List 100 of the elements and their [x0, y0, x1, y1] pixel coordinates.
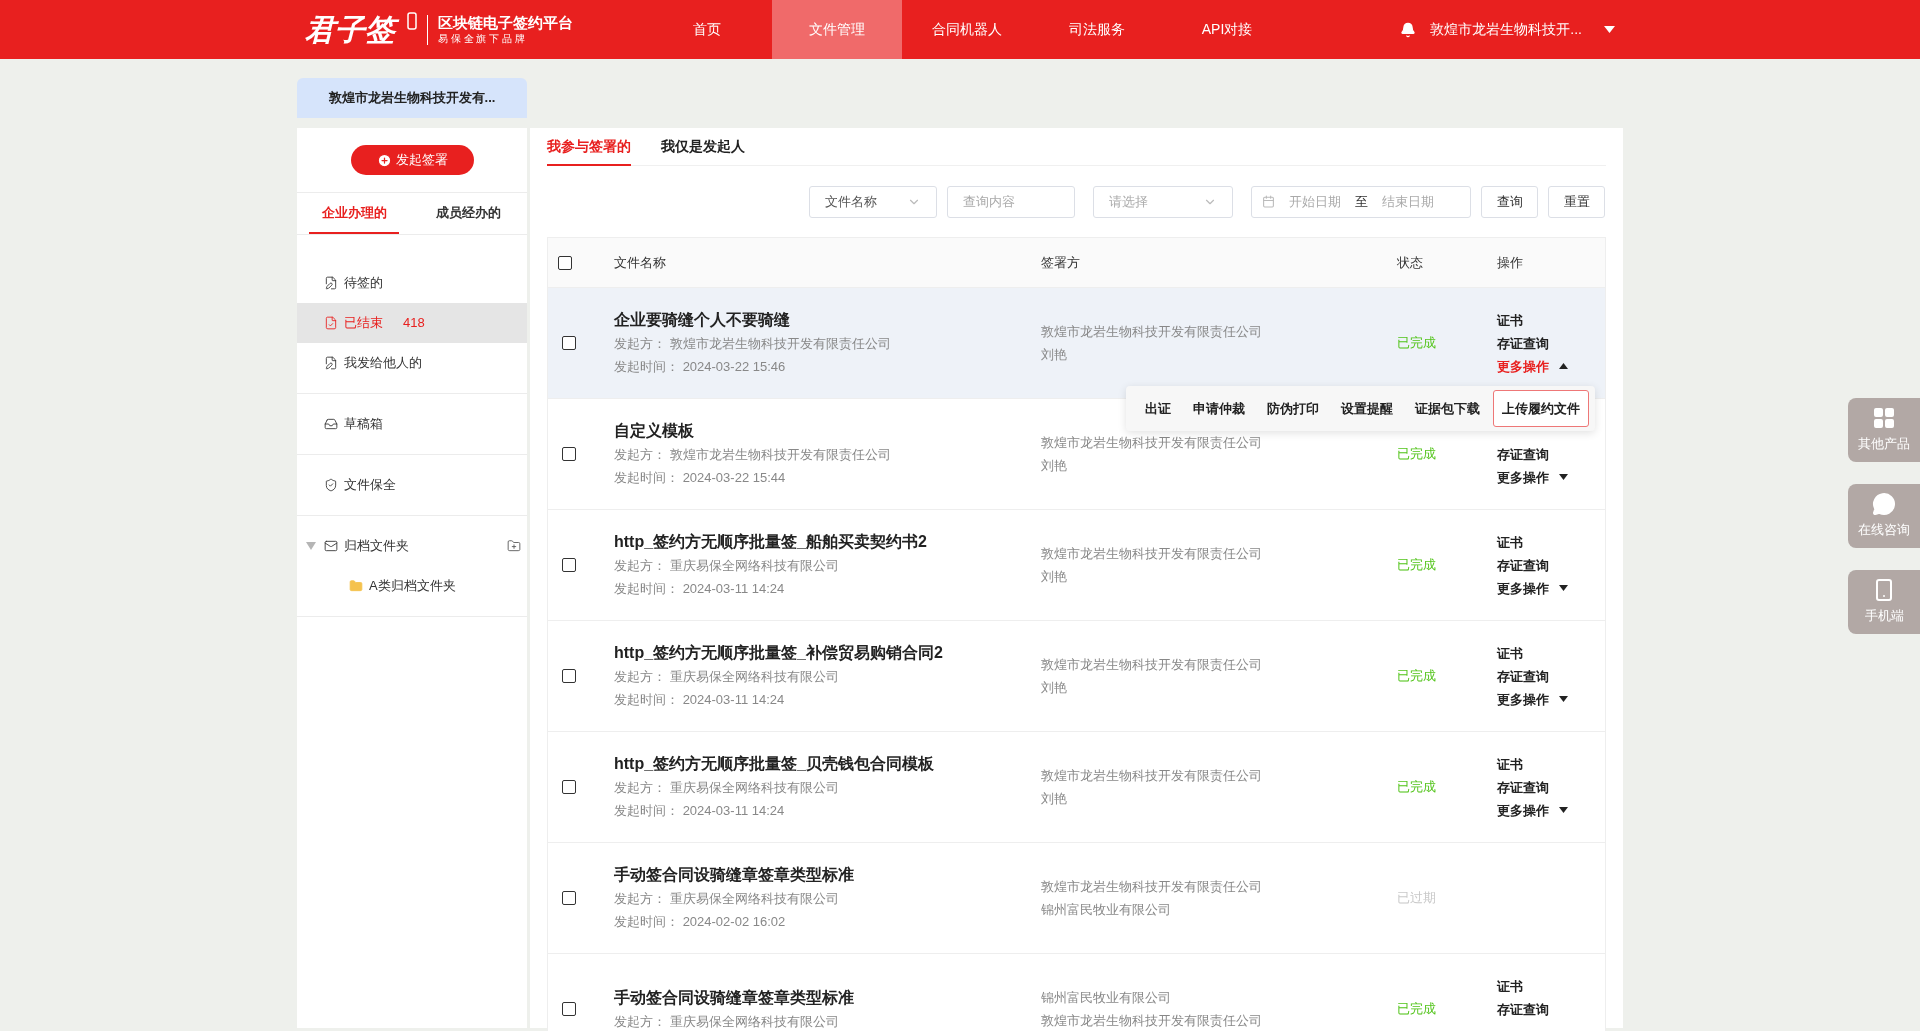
status-text: 已完成	[1397, 1000, 1437, 1019]
row-checkbox[interactable]	[562, 336, 576, 350]
signer-name: 刘艳	[1041, 568, 1068, 586]
action-link[interactable]: 存证查询	[1497, 775, 1549, 799]
initiated-time: 发起时间： 2024-03-11 14:24	[614, 691, 786, 709]
action-link[interactable]: 存证查询	[1497, 331, 1549, 355]
folder-icon	[349, 579, 363, 593]
nav-tab[interactable]: 司法服务	[1032, 0, 1162, 59]
start-signing-button[interactable]: 发起签署	[350, 145, 474, 175]
document-icon	[324, 356, 338, 370]
add-folder-icon[interactable]	[507, 539, 521, 553]
calendar-icon	[1262, 195, 1275, 208]
menu-item[interactable]: 上传履约文件	[1493, 390, 1589, 427]
inbox-icon	[324, 417, 338, 431]
document-title[interactable]: 手动签合同设骑缝章签章类型标准	[614, 863, 1041, 887]
sidebar-tab[interactable]: 成员经办的	[423, 193, 513, 234]
row-checkbox[interactable]	[562, 780, 576, 794]
initiated-time: 发起时间： 2024-03-22 15:46	[614, 358, 787, 376]
brand-logo: 君子签	[303, 9, 401, 50]
signer-name: 敦煌市龙岩生物科技开发有限责任公司	[1041, 656, 1263, 674]
initiator-text: 发起方： 重庆易保全网络科技有限公司	[614, 890, 840, 908]
nav-tab[interactable]: 首页	[642, 0, 772, 59]
action-link[interactable]: 存证查询	[1497, 664, 1549, 688]
field-select[interactable]: 文件名称	[809, 185, 937, 218]
document-title[interactable]: http_签约方无顺序批量签_补偿贸易购销合同2	[614, 641, 1041, 665]
signer-name: 刘艳	[1041, 457, 1068, 475]
action-link[interactable]: 证书	[1497, 641, 1523, 665]
signer-name: 锦州富民牧业有限公司	[1041, 989, 1172, 1007]
nav-tab[interactable]: 合同机器人	[902, 0, 1032, 59]
seal-icon	[407, 12, 417, 30]
column-header: 状态	[1397, 253, 1424, 272]
column-header: 签署方	[1041, 253, 1081, 272]
filter-button[interactable]: 重置	[1548, 185, 1605, 218]
signer-name: 刘艳	[1041, 790, 1068, 808]
more-actions-link[interactable]: 更多操作	[1497, 798, 1549, 822]
shield-check-icon	[324, 478, 338, 492]
row-checkbox[interactable]	[562, 669, 576, 683]
sidebar-item[interactable]: 草稿箱	[297, 404, 527, 444]
document-title[interactable]: 手动签合同设骑缝章签章类型标准	[614, 985, 1041, 1010]
status-text: 已完成	[1397, 445, 1437, 464]
row-checkbox[interactable]	[562, 1002, 576, 1016]
signer-name: 刘艳	[1041, 679, 1068, 697]
more-actions-link[interactable]: 更多操作	[1497, 354, 1549, 378]
sidebar-item[interactable]: A类归档文件夹	[297, 566, 527, 606]
action-link[interactable]: 存证查询	[1497, 997, 1549, 1021]
initiated-time: 发起时间： 2024-03-11 14:24	[614, 802, 786, 820]
initiated-time: 发起时间： 2024-03-22 15:44	[614, 469, 787, 487]
sidebar-item[interactable]: 待签的	[297, 263, 527, 303]
signer-name: 敦煌市龙岩生物科技开发有限责任公司	[1041, 323, 1263, 341]
caret-icon	[1559, 474, 1568, 480]
row-checkbox[interactable]	[562, 558, 576, 572]
more-actions-link[interactable]: 更多操作	[1497, 576, 1549, 600]
filter-button[interactable]: 查询	[1481, 185, 1538, 218]
date-range-field[interactable]: 开始日期 至 结束日期	[1251, 185, 1471, 218]
initiator-text: 发起方： 重庆易保全网络科技有限公司	[614, 668, 840, 686]
query-input[interactable]: 查询内容	[947, 185, 1075, 218]
status-text: 已完成	[1397, 667, 1437, 686]
chat-bubble-icon	[1872, 492, 1896, 517]
initiator-text: 发起方： 敦煌市龙岩生物科技开发有限责任公司	[614, 446, 892, 464]
initiated-time: 发起时间： 2024-03-11 14:24	[614, 580, 786, 598]
column-header: 文件名称	[614, 253, 667, 272]
sidebar-item[interactable]: 已结束 418	[297, 303, 527, 343]
status-text: 已完成	[1397, 778, 1437, 797]
action-link[interactable]: 存证查询	[1497, 442, 1549, 466]
document-title[interactable]: http_签约方无顺序批量签_贝壳钱包合同模板	[614, 752, 1041, 776]
content-tab[interactable]: 我参与签署的	[547, 128, 631, 166]
table-row[interactable]: 手动签合同设骑缝章签章类型标准 发起方： 重庆易保全网络科技有限公司 锦州富民牧业有限公司 敦煌市龙岩生物科技开发有限责任公司 已完成 证书 存证查询	[548, 953, 1605, 1031]
bell-icon[interactable]	[1400, 21, 1417, 38]
sidebar-item[interactable]: 归档文件夹	[297, 526, 527, 566]
sidebar-item[interactable]: 我发给他人的	[297, 343, 527, 383]
select-all-checkbox[interactable]	[558, 255, 572, 270]
platform-subtitle: 易 保 全 旗 下 品 牌	[438, 34, 526, 44]
document-title[interactable]: 企业要骑缝个人不要骑缝	[614, 308, 1041, 332]
envelope-icon	[324, 539, 338, 553]
dropdown-caret-icon[interactable]	[1604, 26, 1615, 33]
row-checkbox[interactable]	[562, 891, 576, 905]
document-check-icon	[324, 316, 338, 330]
more-actions-link[interactable]: 更多操作	[1497, 687, 1549, 711]
content-tab[interactable]: 我仅是发起人	[661, 128, 745, 166]
action-link[interactable]: 证书	[1497, 530, 1523, 554]
action-link[interactable]: 证书	[1497, 308, 1523, 332]
status-text: 已完成	[1397, 334, 1437, 353]
document-icon	[324, 276, 338, 290]
column-header: 操作	[1497, 253, 1523, 272]
plus-circle-icon	[376, 152, 392, 168]
nav-tab[interactable]: API对接	[1162, 0, 1292, 59]
caret-icon	[1559, 807, 1568, 813]
sidebar-item[interactable]: 文件保全	[297, 465, 527, 505]
more-actions-link[interactable]: 更多操作	[1497, 465, 1549, 489]
action-link[interactable]: 证书	[1497, 974, 1523, 998]
sidebar-tab[interactable]: 企业办理的	[309, 193, 399, 234]
row-checkbox[interactable]	[562, 447, 576, 461]
initiator-text: 发起方： 敦煌市龙岩生物科技开发有限责任公司	[614, 335, 892, 353]
company-tab[interactable]: 敦煌市龙岩生物科技开发有...	[297, 78, 527, 118]
action-link[interactable]: 证书	[1497, 752, 1523, 776]
signer-name: 敦煌市龙岩生物科技开发有限责任公司	[1041, 434, 1263, 452]
company-name[interactable]: 敦煌市龙岩生物科技开...	[1430, 19, 1582, 40]
document-title[interactable]: http_签约方无顺序批量签_船舶买卖契约书2	[614, 530, 1041, 554]
action-link[interactable]: 存证查询	[1497, 553, 1549, 577]
initiator-text: 发起方： 重庆易保全网络科技有限公司	[614, 1012, 840, 1031]
